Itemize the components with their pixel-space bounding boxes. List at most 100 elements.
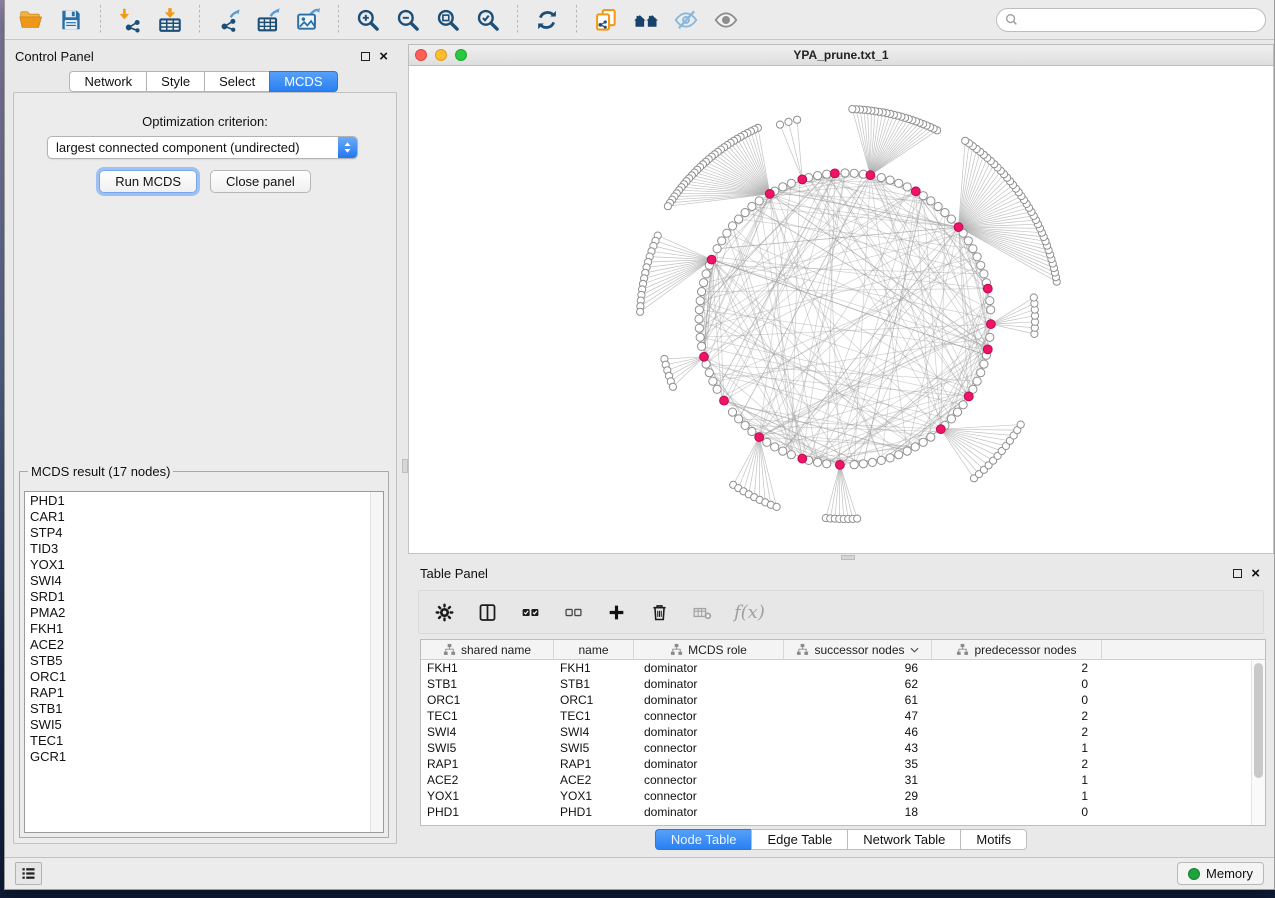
hierarchy-icon (670, 643, 683, 656)
table-row[interactable]: ACE2ACE2connector311 (421, 772, 1251, 788)
tab-select[interactable]: Select (204, 71, 269, 92)
function-builder-icon[interactable]: f(x) (734, 602, 765, 623)
table-body[interactable]: FKH1FKH1dominator962 STB1STB1dominator62… (421, 660, 1251, 825)
splitter-grip[interactable] (841, 555, 855, 560)
column-header-successor-nodes[interactable]: successor nodes (784, 640, 932, 660)
close-panel-button[interactable]: Close panel (210, 170, 311, 193)
tab-edge-table[interactable]: Edge Table (751, 829, 847, 850)
mcds-result-item[interactable]: RAP1 (30, 685, 369, 701)
clone-network-button[interactable] (588, 4, 624, 36)
zoom-out-button[interactable] (390, 4, 426, 36)
export-table-button[interactable] (251, 4, 287, 36)
table-row[interactable]: ORC1ORC1dominator610 (421, 692, 1251, 708)
search-icon (1005, 13, 1018, 26)
mcds-result-item[interactable]: TID3 (30, 541, 369, 557)
mcds-result-item[interactable]: STP4 (30, 525, 369, 541)
memory-button[interactable]: Memory (1177, 862, 1264, 885)
table-options-button[interactable] (433, 601, 455, 623)
mcds-result-item[interactable]: STB1 (30, 701, 369, 717)
show-all-button[interactable] (708, 4, 744, 36)
mcds-result-item[interactable]: YOX1 (30, 557, 369, 573)
column-label: name (578, 643, 608, 657)
table-scrollbar[interactable] (1251, 660, 1265, 825)
select-all-button[interactable] (519, 601, 541, 623)
tab-network-table[interactable]: Network Table (847, 829, 960, 850)
network-canvas[interactable] (408, 66, 1274, 554)
mcds-result-item[interactable]: TEC1 (30, 733, 369, 749)
status-bar: Memory (5, 857, 1274, 889)
tab-motifs[interactable]: Motifs (960, 829, 1027, 850)
zoom-fit-icon (435, 7, 461, 33)
run-mcds-button[interactable]: Run MCDS (99, 170, 197, 193)
network-graph[interactable] (409, 66, 1275, 552)
horizontal-splitter[interactable] (408, 554, 1274, 561)
column-header-shared-name[interactable]: shared name (421, 640, 554, 660)
mcds-result-item[interactable]: ORC1 (30, 669, 369, 685)
float-panel-icon[interactable] (361, 52, 370, 61)
optimization-criterion-select[interactable]: largest connected component (undirected) (47, 136, 358, 159)
scrollbar-thumb[interactable] (1254, 663, 1263, 778)
mcds-result-list[interactable]: PHD1 CAR1 STP4 TID3 YOX1 SWI4 SRD1 PMA2 … (24, 491, 384, 833)
mcds-result-item[interactable]: SWI5 (30, 717, 369, 733)
table-row[interactable]: PHD1PHD1dominator180 (421, 804, 1251, 820)
table-row[interactable]: FKH1FKH1dominator962 (421, 660, 1251, 676)
open-session-button[interactable] (13, 4, 49, 36)
table-row[interactable]: RAP1RAP1dominator352 (421, 756, 1251, 772)
sort-descending-icon (910, 647, 919, 653)
optimization-criterion-label: Optimization criterion: (14, 114, 396, 129)
tab-mcds[interactable]: MCDS (269, 71, 337, 92)
show-columns-button[interactable] (476, 601, 498, 623)
hide-selected-button[interactable] (668, 4, 704, 36)
mcds-result-item[interactable]: STB5 (30, 653, 369, 669)
table-row[interactable]: STB1STB1dominator620 (421, 676, 1251, 692)
table-row[interactable]: TEC1TEC1connector472 (421, 708, 1251, 724)
mcds-result-item[interactable]: PMA2 (30, 605, 369, 621)
task-history-button[interactable] (15, 862, 42, 885)
mcds-result-item[interactable]: ACE2 (30, 637, 369, 653)
plus-icon (606, 602, 627, 623)
clone-network-icon (593, 7, 619, 33)
mcds-result-fieldset: MCDS result (17 nodes) PHD1 CAR1 STP4 TI… (19, 464, 389, 838)
memory-label: Memory (1206, 866, 1253, 881)
zoom-in-button[interactable] (350, 4, 386, 36)
tab-network[interactable]: Network (69, 71, 146, 92)
table-row[interactable]: YOX1YOX1connector291 (421, 788, 1251, 804)
save-session-button[interactable] (53, 4, 89, 36)
deselect-all-button[interactable] (562, 601, 584, 623)
column-header-predecessor-nodes[interactable]: predecessor nodes (932, 640, 1102, 660)
import-network-button[interactable] (112, 4, 148, 36)
list-scrollbar[interactable] (370, 492, 383, 832)
table-row[interactable]: SWI5SWI5connector431 (421, 740, 1251, 756)
mcds-result-item[interactable]: SRD1 (30, 589, 369, 605)
column-header-filler (1102, 640, 1265, 660)
control-panel-title: Control Panel (15, 49, 94, 64)
columns-icon (477, 602, 498, 623)
close-panel-icon[interactable]: × (1251, 569, 1260, 578)
mcds-result-item[interactable]: PHD1 (30, 493, 369, 509)
mcds-result-item[interactable]: SWI4 (30, 573, 369, 589)
search-input[interactable] (1023, 13, 1257, 27)
tab-node-table[interactable]: Node Table (655, 829, 752, 850)
search-box[interactable] (996, 8, 1266, 32)
delete-column-button[interactable] (648, 601, 670, 623)
refresh-view-button[interactable] (529, 4, 565, 36)
first-neighbors-button[interactable] (628, 4, 664, 36)
column-header-name[interactable]: name (554, 640, 634, 660)
mcds-result-item[interactable]: CAR1 (30, 509, 369, 525)
mcds-result-item[interactable]: GCR1 (30, 749, 369, 765)
delete-table-icon (692, 602, 713, 623)
zoom-selected-button[interactable] (470, 4, 506, 36)
export-image-button[interactable] (291, 4, 327, 36)
column-header-mcds-role[interactable]: MCDS role (634, 640, 784, 660)
float-panel-icon[interactable] (1233, 569, 1242, 578)
import-table-button[interactable] (152, 4, 188, 36)
table-row[interactable]: SWI4SWI4dominator462 (421, 724, 1251, 740)
close-panel-icon[interactable]: × (379, 52, 388, 61)
export-network-button[interactable] (211, 4, 247, 36)
zoom-fit-button[interactable] (430, 4, 466, 36)
delete-table-button-disabled[interactable] (691, 601, 713, 623)
mcds-result-item[interactable]: FKH1 (30, 621, 369, 637)
add-column-button[interactable] (605, 601, 627, 623)
network-window-titlebar[interactable]: YPA_prune.txt_1 (408, 44, 1274, 66)
tab-style[interactable]: Style (146, 71, 204, 92)
